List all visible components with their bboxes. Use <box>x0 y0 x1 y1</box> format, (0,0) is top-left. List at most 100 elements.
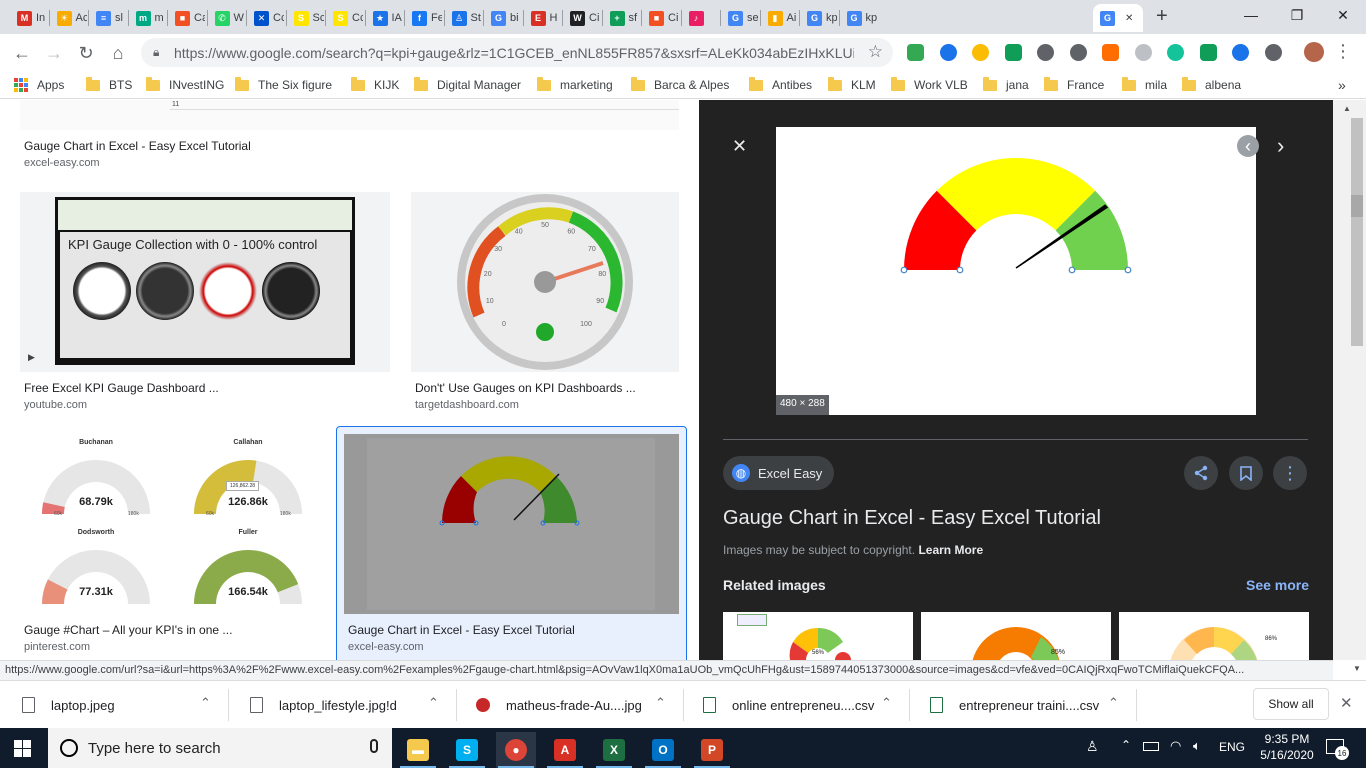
browser-tab[interactable]: S Cc <box>326 4 363 32</box>
bookmark-folder[interactable]: albena <box>1182 76 1241 94</box>
browser-tab[interactable]: ▮ Ai <box>761 4 798 32</box>
related-image-3[interactable]: 86% <box>1119 612 1309 660</box>
reload-button[interactable]: ↻ <box>73 40 99 66</box>
related-image-1[interactable]: 56% <box>723 612 913 660</box>
browser-tab[interactable]: Gse <box>721 4 758 32</box>
browser-tab[interactable]: ★ IA <box>366 4 403 32</box>
bookmark-folder[interactable]: Antibes <box>749 76 812 94</box>
browser-tab[interactable]: f Fe <box>405 4 442 32</box>
close-shelf-icon[interactable]: ✕ <box>1340 694 1353 712</box>
bookmark-folder[interactable]: Digital Manager <box>414 76 521 94</box>
download-item[interactable]: matheus-frade-Au....jpg <box>476 690 642 720</box>
bookmarks-more[interactable]: » <box>1338 76 1346 94</box>
browser-tab[interactable]: ♪ <box>682 4 719 32</box>
download-item[interactable]: laptop.jpeg <box>22 690 115 720</box>
bookmark-folder[interactable]: BTS <box>86 76 132 94</box>
browser-tab[interactable]: Gkp <box>840 4 877 32</box>
close-tab-icon[interactable]: ✕ <box>1125 13 1133 24</box>
close-preview-icon[interactable]: ✕ <box>732 136 747 157</box>
browser-tab[interactable]: W Ci <box>563 4 600 32</box>
extension-icon[interactable] <box>1167 44 1184 61</box>
learn-more-link[interactable]: Learn More <box>918 543 983 557</box>
maximize-button[interactable]: ❐ <box>1274 0 1320 30</box>
taskbar-app[interactable]: O <box>643 732 683 768</box>
extension-icon[interactable] <box>972 44 989 61</box>
extension-icon[interactable] <box>1264 44 1282 61</box>
taskbar-app[interactable]: P <box>692 732 732 768</box>
bookmark-folder[interactable]: KLM <box>828 76 876 94</box>
browser-tab[interactable]: ✆ W <box>208 4 245 32</box>
windows-start-icon[interactable] <box>14 740 31 757</box>
wifi-icon[interactable]: ◠ <box>1170 738 1181 754</box>
bookmark-folder[interactable]: The Six figure <box>235 76 332 94</box>
minimize-button[interactable]: — <box>1228 0 1274 30</box>
forward-button[interactable]: → <box>41 40 67 66</box>
browser-tab[interactable]: EH <box>524 4 561 32</box>
volume-icon[interactable]: 🔈︎ <box>1193 738 1201 754</box>
result-title[interactable]: Free Excel KPI Gauge Dashboard ... <box>24 381 219 395</box>
bookmark-folder[interactable]: KIJK <box>351 76 399 94</box>
source-chip[interactable]: ◍ Excel Easy <box>723 456 835 490</box>
address-url[interactable]: https://www.google.com/search?q=kpi+gaug… <box>174 45 854 61</box>
extension-icon[interactable] <box>939 44 957 61</box>
browser-tab[interactable]: ≡ sl <box>89 4 126 32</box>
bookmark-folder[interactable]: France <box>1044 76 1104 94</box>
bookmark-folder[interactable]: marketing <box>537 76 613 94</box>
result-title[interactable]: Don't' Use Gauges on KPI Dashboards ... <box>415 381 636 395</box>
microphone-icon[interactable] <box>370 739 378 753</box>
taskbar-search-box[interactable]: Type here to search <box>48 728 392 768</box>
show-all-button[interactable]: Show all <box>1253 688 1329 720</box>
chevron-up-icon[interactable]: ⌃ <box>200 695 211 711</box>
bookmark-folder[interactable]: Barca & Alpes <box>631 76 729 94</box>
taskbar-app[interactable]: X <box>594 732 634 768</box>
notification-center-icon[interactable]: 16 <box>1326 739 1349 760</box>
tray-chevron-icon[interactable]: ⌃ <box>1121 738 1131 752</box>
extension-icon[interactable] <box>1199 44 1217 61</box>
result-title[interactable]: Gauge #Chart – All your KPI's in one ... <box>24 623 232 637</box>
result-title[interactable]: Gauge Chart in Excel - Easy Excel Tutori… <box>24 139 251 153</box>
browser-tab[interactable]: ✕ Cc <box>247 4 284 32</box>
browser-tab[interactable]: mm <box>129 4 166 32</box>
browser-tab[interactable]: Gkp <box>800 4 837 32</box>
more-options-button[interactable]: ⋮ <box>1273 456 1307 490</box>
browser-tab[interactable]: Gbi <box>484 4 521 32</box>
active-tab[interactable]: G ✕ <box>1093 4 1143 32</box>
extension-icon[interactable] <box>1102 44 1119 61</box>
people-icon[interactable]: ♙ <box>1086 738 1099 755</box>
address-bar[interactable]: 🔒︎ https://www.google.com/search?q=kpi+g… <box>141 38 893 67</box>
result-thumbnail-kpi-collection[interactable]: KPI Gauge Collection with 0 - 100% contr… <box>20 192 390 372</box>
taskbar-app[interactable]: ● <box>496 732 536 768</box>
download-item[interactable]: entrepreneur traini....csv <box>930 690 1099 720</box>
browser-tab[interactable]: ♙ St <box>445 4 482 32</box>
download-item[interactable]: online entrepreneu....csv <box>703 690 874 720</box>
scroll-up-icon[interactable]: ▲ <box>1343 104 1351 113</box>
extension-icon[interactable] <box>1037 44 1054 61</box>
chevron-up-icon[interactable]: ⌃ <box>1108 695 1119 711</box>
extension-icon[interactable] <box>1134 44 1152 61</box>
result-title[interactable]: Gauge Chart in Excel - Easy Excel Tutori… <box>348 623 575 637</box>
result-thumbnail-top[interactable]: 11 <box>20 100 679 130</box>
chevron-up-icon[interactable]: ⌃ <box>428 695 439 711</box>
related-image-2[interactable]: 85% <box>921 612 1111 660</box>
taskbar-app[interactable]: A <box>545 732 585 768</box>
profile-avatar[interactable] <box>1304 42 1324 62</box>
browser-tab[interactable]: M In <box>10 4 47 32</box>
preview-title[interactable]: Gauge Chart in Excel - Easy Excel Tutori… <box>723 507 1101 530</box>
browser-tab[interactable]: S Sc <box>287 4 324 32</box>
page-scrollbar[interactable]: ▲ ▼ <box>1333 100 1366 673</box>
next-image-button[interactable]: › <box>1277 133 1284 159</box>
download-item[interactable]: laptop_lifestyle.jpg!d <box>250 690 397 720</box>
bookmark-folder[interactable]: INvestING <box>146 76 224 94</box>
chevron-up-icon[interactable]: ⌃ <box>655 695 666 711</box>
menu-icon[interactable]: ⋮ <box>1334 41 1352 62</box>
chevron-up-icon[interactable]: ⌃ <box>881 695 892 711</box>
browser-tab[interactable]: + sf <box>603 4 640 32</box>
scrollbar-thumb[interactable] <box>1351 118 1363 346</box>
bookmark-folder[interactable]: Work VLB <box>891 76 968 94</box>
bookmark-star-icon[interactable]: ☆ <box>868 42 883 62</box>
bookmark-apps[interactable]: Apps <box>14 76 64 94</box>
taskbar-app[interactable]: ▬ <box>398 732 438 768</box>
browser-tab[interactable]: ■ Ci <box>642 4 679 32</box>
extension-icon[interactable] <box>907 44 924 61</box>
clock[interactable]: 9:35 PM 5/16/2020 <box>1256 731 1318 763</box>
